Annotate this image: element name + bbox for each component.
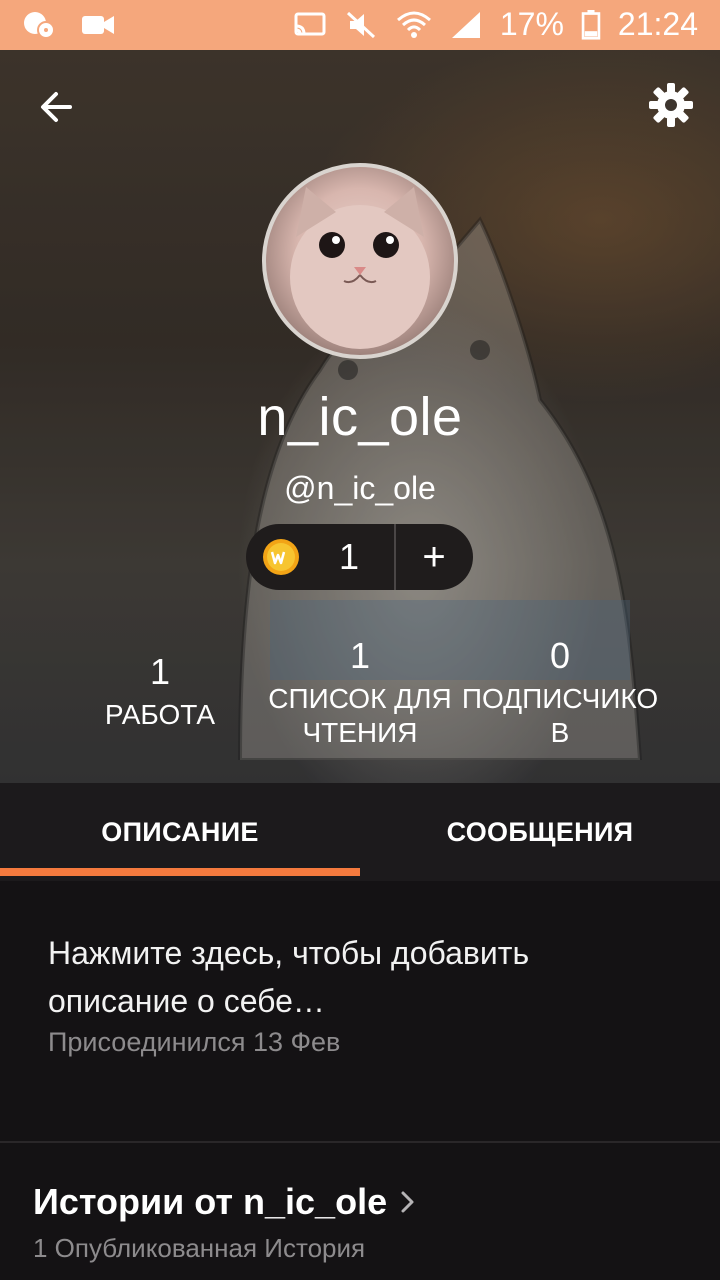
clock: 21:24 — [617, 6, 698, 42]
profile-stats: 1 РАБОТА 1 СПИСОК ДЛЯ ЧТЕНИЯ 0 ПОДПИСЧИК… — [60, 636, 660, 776]
battery-percent: 17% — [499, 6, 564, 42]
about-section: Нажмите здесь, чтобы добавить описание о… — [0, 881, 720, 1143]
stories-section: Истории от n_ic_ole 1 Опубликованная Ист… — [0, 1143, 720, 1280]
cast-icon — [294, 12, 326, 35]
status-bar: 17% 21:24 — [0, 0, 720, 50]
coin-icon — [263, 539, 299, 575]
stories-count: 1 Опубликованная История — [33, 1233, 366, 1263]
coin-balance: 1 + — [246, 524, 473, 590]
active-tab-indicator — [0, 868, 360, 876]
back-arrow-icon[interactable] — [30, 80, 84, 134]
stat-label: ПОДПИСЧИКО В — [461, 683, 659, 748]
gear-icon[interactable] — [646, 80, 696, 130]
profile-header: n_ic_ole @n_ic_ole 1 + 1 РАБОТА 1 СПИСОК… — [0, 50, 720, 783]
stories-title: Истории от n_ic_ole — [33, 1181, 388, 1222]
battery-icon — [581, 9, 601, 40]
stat-value: 1 — [149, 651, 171, 692]
stories-link[interactable]: Истории от n_ic_ole — [33, 1181, 417, 1223]
tab-about[interactable]: ОПИСАНИЕ — [0, 783, 360, 881]
add-coins-button[interactable]: + — [396, 524, 472, 590]
stat-label: РАБОТА — [104, 699, 216, 730]
coin-count: 1 — [338, 536, 360, 577]
stat-label: СПИСОК ДЛЯ ЧТЕНИЯ — [268, 683, 452, 748]
stat-reading-list[interactable]: 1 СПИСОК ДЛЯ ЧТЕНИЯ — [260, 636, 460, 750]
display-name: n_ic_ole — [257, 387, 463, 447]
video-call-icon — [82, 16, 114, 34]
stat-works[interactable]: 1 РАБОТА — [60, 636, 260, 732]
add-description-prompt[interactable]: Нажмите здесь, чтобы добавить описание о… — [48, 929, 648, 1025]
cat-avatar-image — [290, 187, 430, 349]
chevron-right-icon — [401, 1191, 414, 1213]
signal-icon — [451, 11, 480, 38]
wifi-icon — [396, 11, 431, 38]
join-date: Присоединился 13 Фев — [48, 1027, 341, 1057]
stat-value: 1 — [349, 635, 371, 676]
avatar[interactable] — [262, 163, 458, 359]
tab-messages[interactable]: СООБЩЕНИЯ — [360, 783, 720, 881]
notification-icon — [24, 12, 55, 39]
mute-icon — [346, 11, 375, 38]
username-handle: @n_ic_ole — [284, 470, 436, 506]
stat-followers[interactable]: 0 ПОДПИСЧИКО В — [460, 636, 660, 750]
stat-value: 0 — [549, 635, 571, 676]
